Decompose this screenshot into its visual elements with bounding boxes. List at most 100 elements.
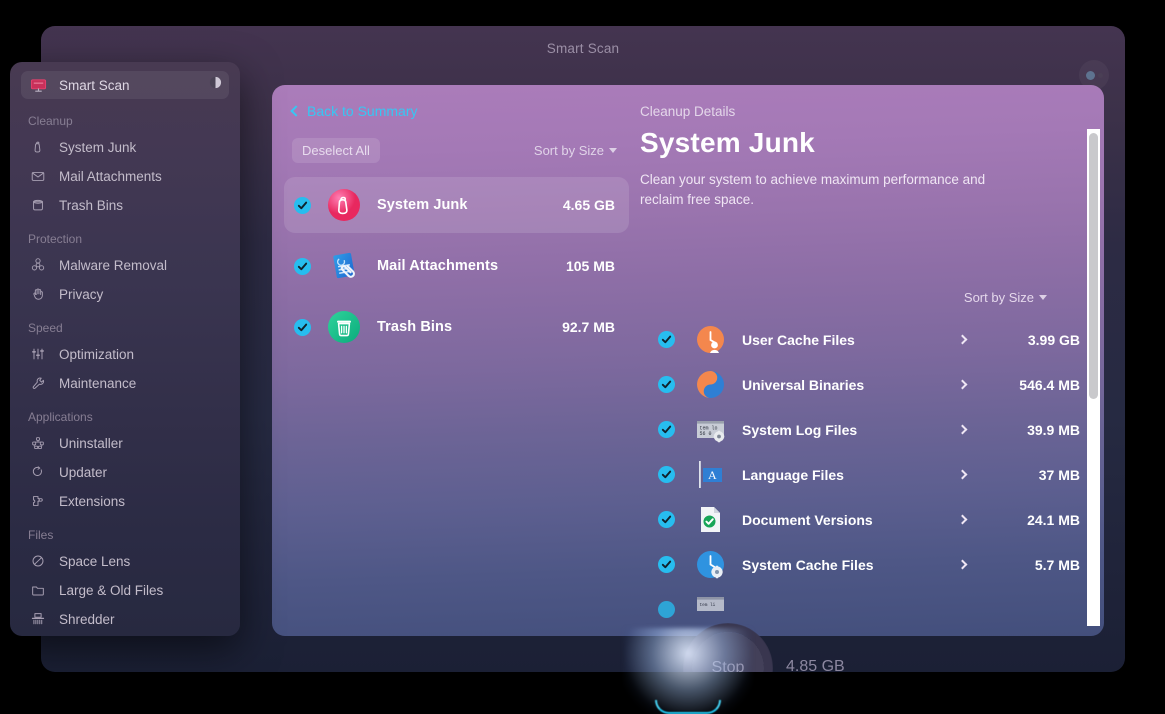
folder-icon — [28, 580, 48, 600]
detail-row-system-cache-files[interactable]: System Cache Files 5.7 MB — [640, 542, 1080, 587]
chevron-left-icon — [290, 105, 302, 117]
checkbox-document-versions[interactable] — [658, 511, 675, 528]
log-file-icon: tem lo 56 0 — [695, 414, 726, 445]
back-to-summary-link[interactable]: Back to Summary — [290, 103, 417, 119]
chevron-down-icon — [1039, 295, 1047, 300]
chevron-right-icon[interactable] — [957, 559, 968, 570]
wrench-icon — [28, 373, 48, 393]
sidebar-item-label: Mail Attachments — [59, 168, 162, 184]
half-circle-icon[interactable] — [209, 76, 222, 94]
sidebar-item-smart-scan[interactable]: Smart Scan — [21, 71, 229, 99]
sidebar-item-label: Uninstaller — [59, 435, 123, 451]
biohazard-icon — [28, 255, 48, 275]
sidebar-item-space-lens[interactable]: Space Lens — [21, 547, 229, 575]
screen: Smart Scan Back to Summary Cleanup Detai… — [0, 0, 1165, 714]
sidebar-item-label: Maintenance — [59, 375, 137, 391]
sidebar-section-protection: Protection — [28, 232, 83, 246]
deselect-all-button[interactable]: Deselect All — [292, 137, 380, 163]
detail-name: Universal Binaries — [742, 376, 865, 393]
sidebar-item-updater[interactable]: Updater — [21, 458, 229, 486]
cleanup-details-panel: Back to Summary Cleanup Details Deselect… — [272, 85, 1104, 636]
detail-name: User Cache Files — [742, 331, 855, 348]
checkbox-user-cache-files[interactable] — [658, 331, 675, 348]
sidebar-item-large-old-files[interactable]: Large & Old Files — [21, 576, 229, 604]
category-size: 4.65 GB — [562, 197, 615, 213]
checkbox-partial[interactable] — [658, 601, 675, 618]
details-scrollbar-thumb[interactable] — [1089, 133, 1098, 399]
checkbox-system-junk[interactable] — [294, 196, 311, 214]
sidebar-item-uninstaller[interactable]: Uninstaller — [21, 429, 229, 457]
menu-dot-secondary-icon — [1097, 72, 1103, 78]
sidebar: Smart Scan Cleanup System Junk Mail Atta… — [10, 62, 240, 636]
checkbox-system-cache-files[interactable] — [658, 556, 675, 573]
details-scrollbar[interactable] — [1087, 129, 1100, 626]
puzzle-icon — [28, 491, 48, 511]
cleanup-details-label: Cleanup Details — [640, 104, 736, 119]
sidebar-section-files: Files — [28, 528, 54, 542]
log-file-partial-icon: tem li — [695, 594, 726, 625]
language-file-icon: A — [695, 459, 726, 490]
detail-row-document-versions[interactable]: Document Versions 24.1 MB — [640, 497, 1080, 542]
category-row-mail-attachments[interactable]: Mail Attachments 105 MB — [284, 238, 629, 294]
lens-icon — [28, 551, 48, 571]
trash-icon — [28, 195, 48, 215]
detail-name: System Log Files — [742, 421, 858, 438]
sidebar-item-label: Optimization — [59, 346, 135, 362]
sidebar-item-malware-removal[interactable]: Malware Removal — [21, 251, 229, 279]
chevron-right-icon[interactable] — [957, 424, 968, 435]
detail-name: System Cache Files — [742, 556, 874, 573]
sidebar-item-optimization[interactable]: Optimization — [21, 340, 229, 368]
category-row-trash-bins[interactable]: Trash Bins 92.7 MB — [284, 299, 629, 355]
user-cache-icon — [695, 324, 726, 355]
chevron-right-icon[interactable] — [957, 379, 968, 390]
detail-row-system-log-files[interactable]: tem lo 56 0 System Log Files 39.9 MB — [640, 407, 1080, 452]
svg-text:tem li: tem li — [700, 603, 716, 608]
checkbox-universal-binaries[interactable] — [658, 376, 675, 393]
detail-size: 5.7 MB — [1034, 556, 1080, 573]
detail-row-universal-binaries[interactable]: Universal Binaries 546.4 MB — [640, 362, 1080, 407]
category-name: System Junk — [377, 197, 468, 213]
window-title: Smart Scan — [546, 41, 620, 56]
sidebar-item-label: Large & Old Files — [59, 582, 164, 598]
chevron-down-icon — [609, 147, 617, 153]
sidebar-item-label: Extensions — [59, 493, 126, 509]
sidebar-item-shredder[interactable]: Shredder — [21, 605, 229, 633]
sidebar-item-label: Smart Scan — [59, 77, 130, 93]
checkbox-mail-attachments[interactable] — [294, 257, 311, 275]
detail-row-language-files[interactable]: A Language Files 37 MB — [640, 452, 1080, 497]
scan-glow-edge — [655, 700, 721, 714]
category-row-system-junk[interactable]: System Junk 4.65 GB — [284, 177, 629, 233]
sidebar-item-label: Malware Removal — [59, 257, 168, 273]
chevron-right-icon[interactable] — [957, 334, 968, 345]
category-name: Trash Bins — [377, 319, 453, 335]
checkbox-trash-bins[interactable] — [294, 318, 311, 336]
detail-name: Language Files — [742, 466, 844, 483]
broom-circle-icon — [327, 188, 361, 222]
sidebar-item-mail-attachments[interactable]: Mail Attachments — [21, 162, 229, 190]
sidebar-section-cleanup: Cleanup — [28, 114, 73, 128]
sidebar-item-label: System Junk — [59, 139, 137, 155]
details-list: User Cache Files 3.99 GB Universal Binar… — [640, 317, 1080, 636]
mail-attachment-icon — [327, 249, 361, 283]
details-description: Clean your system to achieve maximum per… — [640, 172, 986, 207]
sidebar-item-extensions[interactable]: Extensions — [21, 487, 229, 515]
category-size: 92.7 MB — [562, 319, 615, 335]
broom-icon — [28, 137, 48, 157]
checkbox-system-log-files[interactable] — [658, 421, 675, 438]
sidebar-item-trash-bins[interactable]: Trash Bins — [21, 191, 229, 219]
sidebar-item-privacy[interactable]: Privacy — [21, 280, 229, 308]
category-sort-control[interactable]: Sort by Size — [534, 143, 617, 158]
sidebar-item-maintenance[interactable]: Maintenance — [21, 369, 229, 397]
sliders-icon — [28, 344, 48, 364]
chevron-right-icon[interactable] — [957, 469, 968, 480]
details-column: System Junk Clean your system to achieve… — [640, 127, 1104, 636]
sidebar-item-system-junk[interactable]: System Junk — [21, 133, 229, 161]
checkbox-language-files[interactable] — [658, 466, 675, 483]
hand-icon — [28, 284, 48, 304]
monitor-icon — [28, 75, 48, 95]
sidebar-item-label: Updater — [59, 464, 108, 480]
chevron-right-icon[interactable] — [957, 514, 968, 525]
envelope-icon — [28, 166, 48, 186]
detail-row-user-cache-files[interactable]: User Cache Files 3.99 GB — [640, 317, 1080, 362]
details-sort-control[interactable]: Sort by Size — [964, 290, 1047, 305]
